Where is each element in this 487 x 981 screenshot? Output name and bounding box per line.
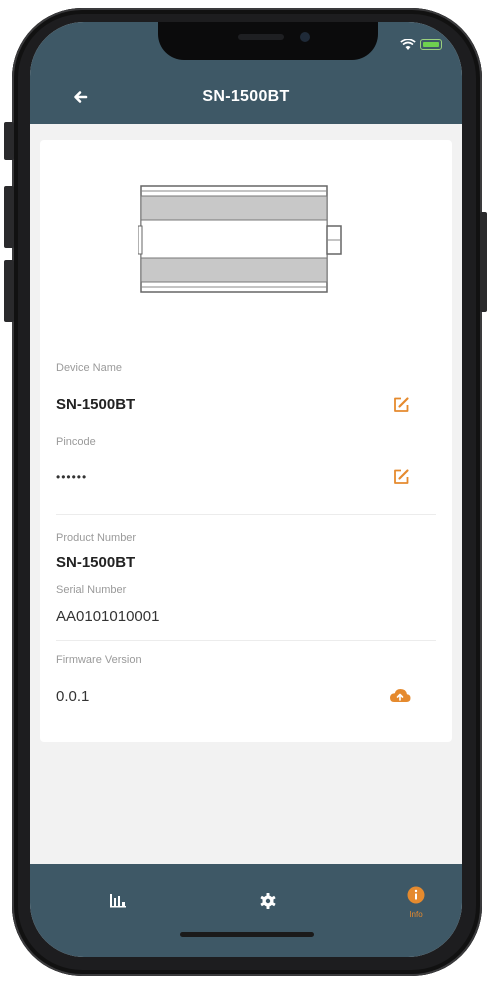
- content-area: Device Name SN-1500BT Pincode •••••• Pro…: [30, 124, 462, 864]
- edit-pincode-icon[interactable]: [392, 468, 410, 486]
- device-image: [138, 185, 342, 293]
- tab-info-label: Info: [409, 910, 423, 919]
- screen: SN-1500BT Device Name SN-1500BT Pincode: [30, 22, 462, 957]
- gear-icon: [260, 893, 276, 909]
- wifi-icon: [400, 39, 416, 50]
- tab-settings[interactable]: [238, 882, 298, 922]
- mute-switch: [4, 122, 14, 160]
- volume-up-button: [4, 186, 14, 248]
- device-name-label: Device Name: [56, 362, 123, 374]
- pincode-value: ••••••: [56, 470, 88, 484]
- info-icon: [407, 886, 425, 904]
- device-info-card: Device Name SN-1500BT Pincode •••••• Pro…: [40, 140, 452, 742]
- front-camera: [300, 32, 310, 42]
- speaker: [238, 34, 284, 40]
- back-arrow-icon[interactable]: [68, 84, 94, 110]
- edit-device-name-icon[interactable]: [392, 396, 410, 414]
- volume-down-button: [4, 260, 14, 322]
- serial-number-value: AA0101010001: [56, 608, 160, 625]
- app-bar: SN-1500BT: [30, 70, 462, 124]
- power-button: [480, 212, 487, 312]
- firmware-version-label: Firmware Version: [56, 654, 142, 666]
- product-number-value: SN-1500BT: [56, 554, 136, 571]
- bar-chart-icon: [110, 894, 126, 908]
- home-indicator[interactable]: [180, 932, 314, 937]
- tab-info[interactable]: Info: [386, 882, 446, 922]
- divider: [56, 514, 436, 515]
- cloud-upload-icon[interactable]: [388, 686, 412, 704]
- pincode-label: Pincode: [56, 436, 96, 448]
- status-bar: [30, 22, 462, 70]
- battery-icon: [420, 39, 442, 50]
- bottom-tab-bar: Info: [30, 864, 462, 957]
- tab-stats[interactable]: [88, 882, 148, 922]
- product-number-label: Product Number: [56, 532, 137, 544]
- notch: [158, 22, 378, 60]
- serial-number-label: Serial Number: [56, 584, 127, 596]
- firmware-version-value: 0.0.1: [56, 688, 90, 705]
- device-name-value: SN-1500BT: [56, 396, 136, 413]
- page-title: SN-1500BT: [202, 88, 290, 105]
- divider: [56, 640, 436, 641]
